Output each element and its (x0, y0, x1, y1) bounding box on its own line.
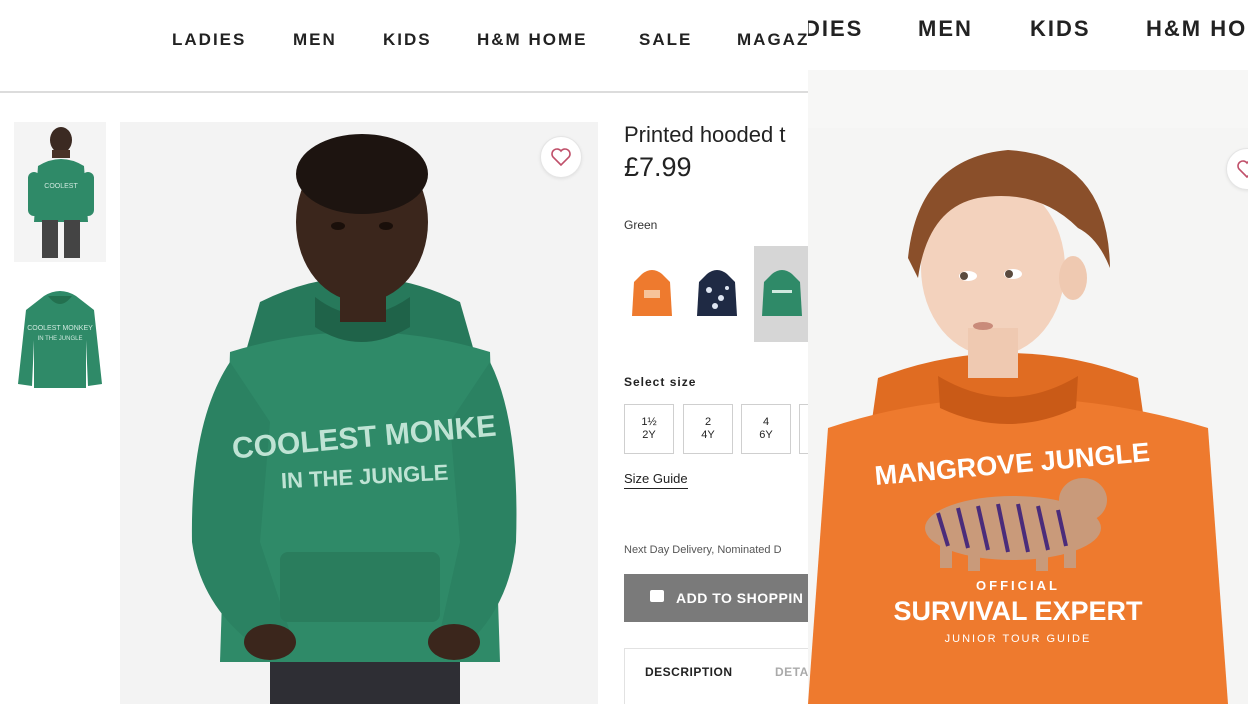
nav-men[interactable]: MEN (293, 30, 337, 50)
navy-hoodie-icon (697, 270, 737, 316)
delivery-info: Next Day Delivery, Nominated D (624, 544, 782, 556)
size-option-1-bottom: 2Y (642, 429, 656, 441)
add-to-bag-button[interactable]: ADD TO SHOPPIN (624, 574, 810, 622)
size-option-3[interactable]: 4 6Y (741, 404, 791, 454)
svg-text:IN THE JUNGLE: IN THE JUNGLE (38, 336, 83, 342)
thumbnail-model-image: COOLEST (28, 127, 94, 258)
heart-icon (551, 148, 571, 167)
size-option-1[interactable]: 1½ 2Y (624, 404, 674, 454)
right-nav-hm-home[interactable]: H&M HO (1146, 16, 1247, 42)
product-info-tabs: DESCRIPTION DETA (624, 648, 810, 704)
right-nav-ladies[interactable]: DIES (808, 16, 863, 42)
size-option-2[interactable]: 2 4Y (683, 404, 733, 454)
orange-hoodie-print-line2: OFFICIAL (976, 578, 1060, 593)
colour-swatches (624, 246, 810, 342)
nav-kids[interactable]: KIDS (383, 30, 432, 50)
main-product-image: COOLEST MONKE IN THE JUNGLE (120, 122, 598, 704)
orange-hoodie-print-line3: SURVIVAL EXPERT (893, 596, 1143, 626)
left-product-page: LADIES MEN KIDS H&M HOME SALE MAGAZ COOL… (0, 0, 810, 704)
right-nav-men[interactable]: MEN (918, 16, 973, 42)
product-price: £7.99 (624, 152, 692, 182)
thumbnail-model[interactable]: COOLEST (14, 122, 106, 262)
product-title: Printed hooded t (624, 122, 786, 147)
shopping-bag-icon (650, 590, 664, 602)
orange-hoodie-icon (632, 270, 672, 316)
model-orange-hoodie-illustration: MANGROVE JUNGLE OFFICIAL SURVIVAL EXPERT… (808, 150, 1228, 704)
selected-colour-label: Green (624, 218, 658, 232)
nav-hm-home[interactable]: H&M HOME (477, 30, 587, 50)
right-heart-icon (1237, 160, 1248, 179)
svg-text:COOLEST MONKEY: COOLEST MONKEY (27, 325, 93, 332)
size-option-3-bottom: 6Y (759, 429, 773, 441)
tab-details[interactable]: DETA (775, 665, 809, 679)
right-nav-kids[interactable]: KIDS (1030, 16, 1091, 42)
thumbnail-hoodie-image: COOLEST MONKEY IN THE JUNGLE (18, 291, 102, 388)
select-size-label: Select size (624, 375, 697, 389)
thumbnail-hoodie[interactable]: COOLEST MONKEY IN THE JUNGLE (14, 284, 106, 396)
svg-text:COOLEST: COOLEST (44, 183, 78, 190)
model-green-hoodie-illustration: COOLEST MONKE IN THE JUNGLE (191, 134, 517, 704)
green-hoodie-icon (762, 270, 802, 316)
nav-sale[interactable]: SALE (639, 30, 692, 50)
size-option-3-top: 4 (762, 416, 770, 428)
tab-description[interactable]: DESCRIPTION (645, 665, 733, 679)
size-option-2-top: 2 (704, 416, 712, 428)
size-option-2-bottom: 4Y (701, 429, 715, 441)
orange-hoodie-print-line4: JUNIOR TOUR GUIDE (945, 633, 1092, 645)
nav-divider (0, 91, 810, 93)
right-product-page: DIES MEN KIDS H&M HO MANGROVE JUNGLE OFF… (808, 0, 1248, 704)
top-navigation: LADIES MEN KIDS H&M HOME SALE MAGAZ (0, 0, 810, 90)
swatch-orange[interactable] (624, 246, 680, 342)
swatch-navy[interactable] (689, 246, 745, 342)
size-guide-link[interactable]: Size Guide (624, 471, 688, 489)
right-top-navigation: DIES MEN KIDS H&M HO (808, 0, 1248, 70)
favorite-button[interactable] (540, 136, 582, 178)
add-to-bag-label: ADD TO SHOPPIN (676, 590, 804, 606)
swatch-green-selected[interactable] (754, 246, 810, 342)
right-favorite-button[interactable] (1226, 148, 1248, 190)
nav-magazine[interactable]: MAGAZ (737, 30, 809, 50)
nav-ladies[interactable]: LADIES (172, 30, 246, 50)
right-main-product-image: MANGROVE JUNGLE OFFICIAL SURVIVAL EXPERT… (808, 128, 1248, 704)
size-option-1-top: 1½ (641, 416, 657, 428)
